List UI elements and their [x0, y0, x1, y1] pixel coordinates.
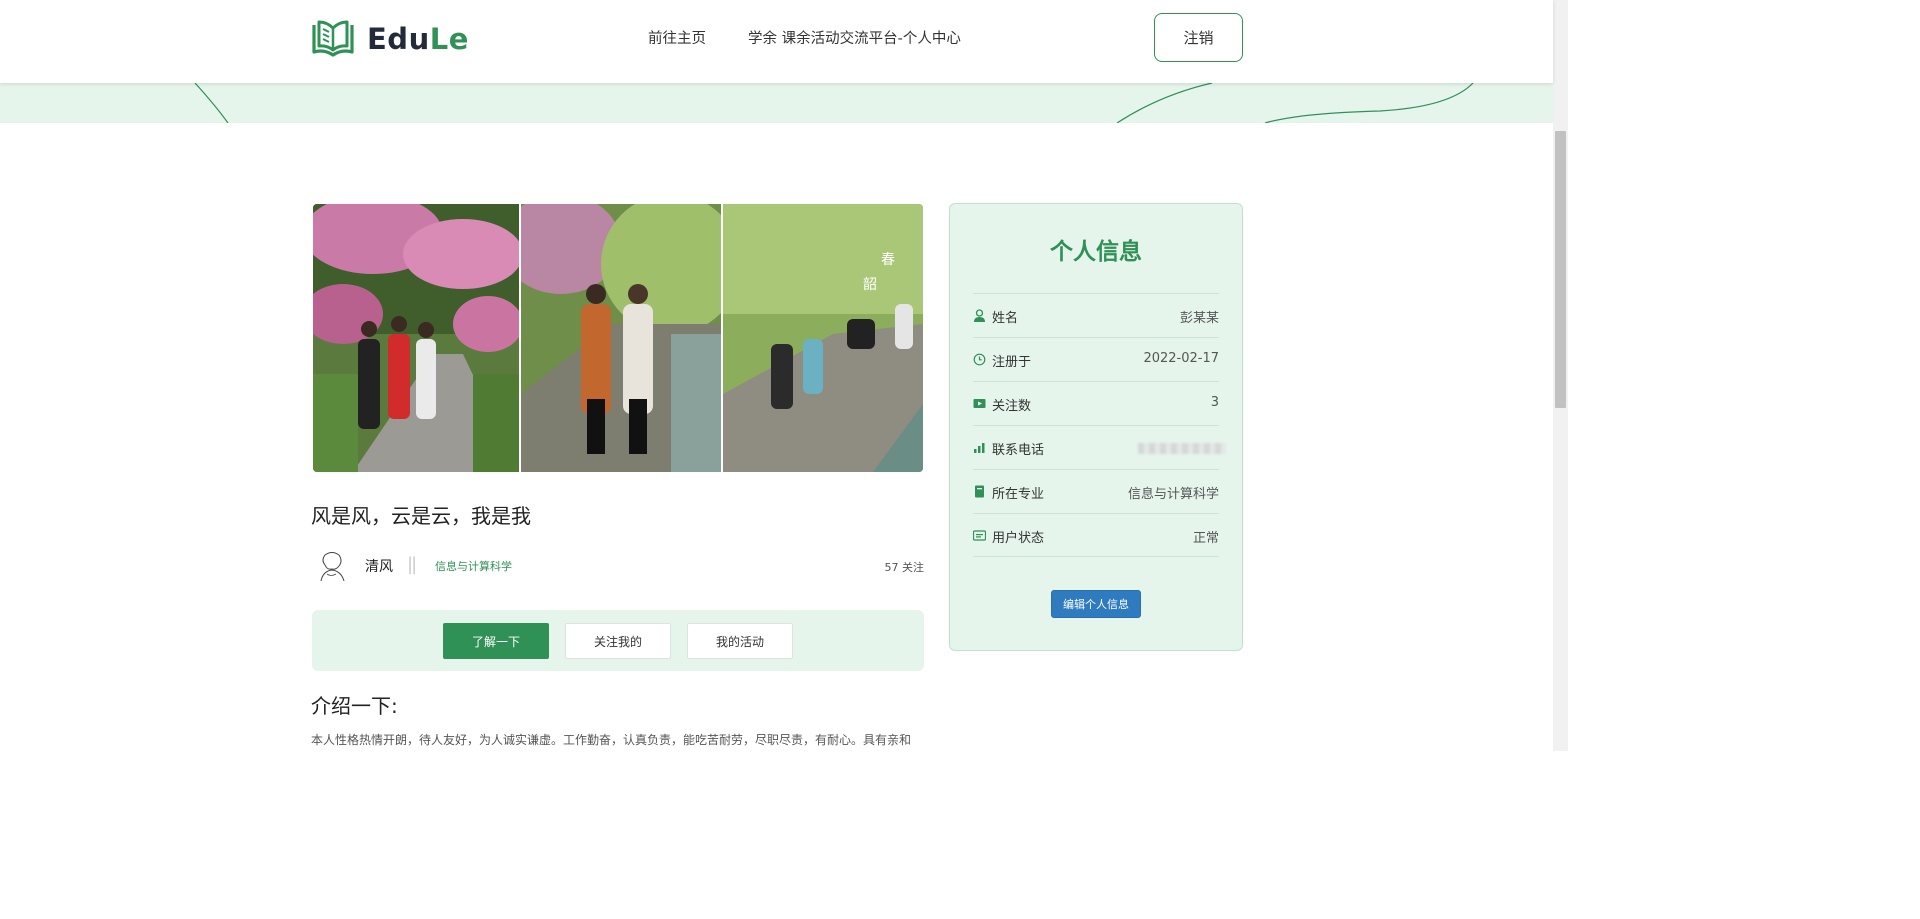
post-title: 风是风，云是云，我是我: [311, 504, 531, 528]
info-label: 用户状态: [992, 531, 1045, 546]
logo-text: EduLe: [367, 22, 469, 56]
status-icon: [973, 530, 986, 541]
svg-text:春: 春: [881, 252, 895, 268]
video-icon: [973, 399, 986, 408]
info-value: 2022-02-17: [1143, 351, 1219, 366]
info-row-registered: 注册于 2022-02-17: [973, 337, 1219, 381]
info-row-major: 所在专业 信息与计算科学: [973, 469, 1219, 513]
info-label: 注册于: [992, 355, 1032, 370]
nav-center-link[interactable]: 学余 课余活动交流平台-个人中心: [748, 27, 961, 48]
hero-band: [0, 83, 1553, 123]
tab-bar: 了解一下 关注我的 我的活动: [312, 610, 924, 671]
clock-icon: [973, 353, 986, 366]
info-label: 关注数: [992, 399, 1032, 414]
logo[interactable]: EduLe: [311, 20, 469, 58]
user-icon: [974, 309, 985, 322]
intro-title: 介绍一下:: [311, 694, 398, 718]
nav-home-link[interactable]: 前往主页: [648, 27, 706, 48]
author-name[interactable]: 清风: [365, 556, 393, 576]
intro-text: 本人性格热情开朗，待人友好，为人诚实谦虚。工作勤奋，认真负责，能吃苦耐劳，尽职尽…: [311, 733, 912, 747]
tab-my-activities[interactable]: 我的活动: [687, 623, 793, 659]
svg-text:韶: 韶: [863, 277, 877, 293]
cover-photos: 春 韶: [313, 204, 923, 472]
info-label: 所在专业: [992, 487, 1045, 502]
follow-count: 57 关注: [884, 561, 925, 574]
info-value: 信息与计算科学: [1127, 487, 1219, 502]
tab-about[interactable]: 了解一下: [443, 623, 549, 659]
phone-value-blurred: [1138, 443, 1226, 454]
decorative-curves: [194, 83, 1474, 123]
cover-photo-3: 春 韶: [723, 204, 923, 472]
author-major[interactable]: 信息与计算科学: [435, 558, 512, 574]
tab-followers[interactable]: 关注我的: [565, 623, 671, 659]
profile-info-card: 个人信息 姓名 彭某某 注册于 2022-02-17 关注数 3 联系电话 所在…: [949, 203, 1243, 651]
info-label: 联系电话: [992, 443, 1045, 458]
info-label: 姓名: [992, 311, 1019, 326]
info-value: 正常: [1192, 531, 1219, 546]
top-header: EduLe 前往主页 学余 课余活动交流平台-个人中心 注销: [0, 0, 1553, 83]
info-row-phone: 联系电话: [973, 425, 1226, 469]
cover-photo-1: [313, 204, 519, 472]
signal-icon: [974, 443, 985, 453]
open-book-logo-icon: [312, 20, 354, 57]
divider: ||: [407, 554, 417, 575]
info-value: 彭某某: [1179, 311, 1219, 326]
info-row-follows: 关注数 3: [973, 381, 1219, 425]
info-row-name: 姓名 彭某某: [973, 293, 1219, 337]
info-list: 姓名 彭某某 注册于 2022-02-17 关注数 3 联系电话 所在专业 信息…: [973, 293, 1226, 557]
cover-photo-2: [521, 204, 721, 472]
scrollbar-thumb[interactable]: [1555, 131, 1566, 408]
info-row-status: 用户状态 正常: [973, 513, 1219, 557]
book-icon: [975, 485, 984, 498]
avatar[interactable]: [315, 549, 349, 583]
edit-profile-button[interactable]: 编辑个人信息: [1051, 590, 1141, 618]
author-row: 清风 || 信息与计算科学 57 关注: [311, 545, 924, 585]
info-value: 3: [1210, 395, 1219, 410]
info-card-title: 个人信息: [1050, 239, 1142, 265]
logout-button[interactable]: 注销: [1154, 13, 1243, 62]
